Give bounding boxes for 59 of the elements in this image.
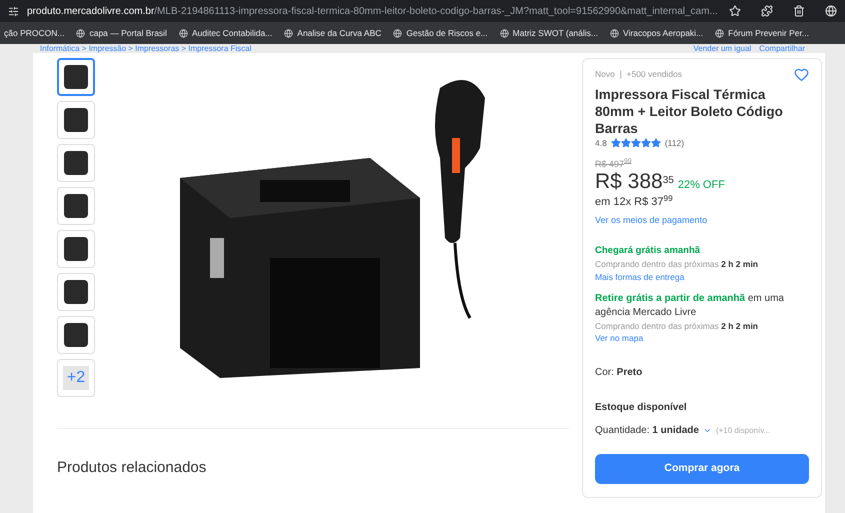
installments: em 12x R$ 37$^{99}$ (595, 194, 674, 210)
photo-placeholder (64, 65, 88, 89)
star-icon (610, 138, 621, 148)
bookmark-favicon-icon (500, 28, 509, 38)
trash-icon[interactable] (793, 5, 805, 17)
bookmark-favicon-icon (715, 28, 724, 38)
site-settings-icon[interactable] (8, 6, 19, 16)
photo-placeholder (64, 108, 88, 132)
photo-placeholder (64, 151, 88, 175)
price: R$ 388$^{35}$ (595, 171, 674, 194)
condition-sold: Novo | +500 vendidos (595, 68, 682, 81)
pickup-info: Retire grátis a partir de amanhã em uma agência Mercado Livre (595, 292, 785, 320)
chevron-down-icon[interactable] (702, 426, 712, 435)
photo-placeholder (64, 237, 88, 261)
color-option: Cor: Preto (595, 365, 809, 380)
bookmark-item[interactable]: ção PROCON... (4, 26, 64, 40)
photo-placeholder (64, 194, 88, 218)
section-title: Produtos relacionados (57, 458, 206, 478)
bookmark-item[interactable]: Viracopos Aeropaki... (610, 26, 704, 40)
bookmark-favicon-icon (76, 28, 86, 38)
url-domain[interactable]: produto.mercadolivre.com.br (27, 4, 154, 18)
old-price: R$ 497$^{99}$ (595, 158, 633, 171)
extensions-icon[interactable] (761, 5, 773, 17)
bookmark-favicon-icon (178, 28, 188, 38)
star-icon (640, 138, 651, 148)
payment-link[interactable]: Ver os meios de pagamento (595, 214, 809, 228)
more-images-count: +2 (62, 366, 90, 390)
pickup-note: Comprando dentro das próximas 2 h 2 min (595, 320, 759, 332)
bookmark-favicon-icon (393, 28, 402, 38)
favorite-heart-icon[interactable] (794, 67, 809, 82)
shipping-title: Chegará grátis amanhã (595, 244, 702, 258)
photo-placeholder (64, 323, 88, 347)
thumbnail[interactable] (57, 58, 95, 96)
bookmark-item[interactable]: Auditec Contabilida... (178, 26, 272, 40)
star-icon (620, 138, 631, 148)
discount: 22% OFF (678, 178, 725, 194)
rating-value: 4.8 (595, 137, 607, 150)
bookmark-item[interactable]: Analise da Curva ABC (284, 26, 382, 40)
photo-placeholder (64, 280, 88, 304)
bookmark-item[interactable]: Fórum Prevenir Per... (715, 26, 809, 40)
bookmark-star-icon[interactable] (729, 5, 741, 17)
star-icon (630, 138, 641, 148)
map-link[interactable]: Ver no mapa (595, 332, 809, 345)
product-title: Impressora Fiscal Térmica 80mm + Leitor Boleto Código Barras (595, 86, 784, 137)
stock-label: Estoque disponível (595, 401, 688, 415)
shipping-note: Comprando dentro das próximas 2 h 2 min (595, 258, 759, 271)
extension-icon[interactable] (825, 5, 837, 17)
quantity-selector[interactable]: Quantidade: 1 unidade (595, 423, 699, 438)
shipping-link[interactable]: Mais formas de entrega (595, 270, 809, 284)
bookmark-favicon-icon (610, 28, 619, 38)
available-count: (+10 disponív... (716, 424, 770, 436)
star-icon (650, 138, 661, 148)
buy-now-button[interactable]: Comprar agora (595, 454, 809, 484)
bookmark-favicon-icon (284, 28, 294, 38)
bookmark-item[interactable]: Matriz SWOT (anális... (500, 26, 598, 40)
bookmark-item[interactable]: capa — Portal Brasil (76, 26, 167, 40)
url-path[interactable]: /MLB-2194861113-impressora-fiscal-termica-80mm-leitor-boleto-codigo-barras-_JM?matt_tool=91562990&matt_internal_cam... (154, 4, 718, 18)
bookmark-item[interactable]: Gestão de Riscos e... (393, 26, 488, 40)
review-count: (112) (664, 137, 684, 150)
